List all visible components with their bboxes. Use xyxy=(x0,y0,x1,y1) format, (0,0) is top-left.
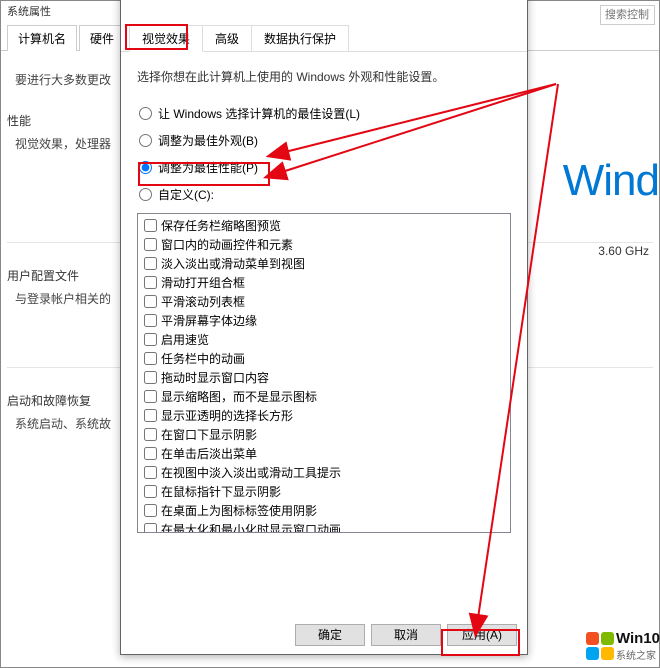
check-label: 显示亚透明的选择长方形 xyxy=(161,407,293,424)
check-option-1[interactable]: 窗口内的动画控件和元素 xyxy=(140,235,508,254)
radio-label: 调整为最佳性能(P) xyxy=(158,159,258,176)
check-label: 在视图中淡入淡出或滑动工具提示 xyxy=(161,464,341,481)
check-label: 平滑屏幕字体边缘 xyxy=(161,312,257,329)
radio-option-3[interactable]: 自定义(C): xyxy=(139,186,511,203)
radio-label: 让 Windows 选择计算机的最佳设置(L) xyxy=(158,105,360,122)
radio-label: 自定义(C): xyxy=(158,186,214,203)
performance-options-dialog: ✕ 视觉效果 高级 数据执行保护 选择你想在此计算机上使用的 Windows 外… xyxy=(120,0,528,655)
checkbox-input[interactable] xyxy=(144,333,157,346)
checkbox-input[interactable] xyxy=(144,428,157,441)
cancel-button[interactable]: 取消 xyxy=(371,624,441,646)
check-option-13[interactable]: 在视图中淡入淡出或滑动工具提示 xyxy=(140,463,508,482)
effects-checklist[interactable]: 保存任务栏缩略图预览窗口内的动画控件和元素淡入淡出或滑动菜单到视图滑动打开组合框… xyxy=(137,213,511,533)
apply-button[interactable]: 应用(A) xyxy=(447,624,517,646)
radio-group: 让 Windows 选择计算机的最佳设置(L) 调整为最佳外观(B) 调整为最佳性能… xyxy=(139,105,511,203)
check-option-10[interactable]: 显示亚透明的选择长方形 xyxy=(140,406,508,425)
checkbox-input[interactable] xyxy=(144,295,157,308)
checkbox-input[interactable] xyxy=(144,447,157,460)
check-label: 启用速览 xyxy=(161,331,209,348)
radio-input[interactable] xyxy=(139,134,152,147)
checkbox-input[interactable] xyxy=(144,485,157,498)
dialog-titlebar: ✕ xyxy=(121,0,527,1)
checkbox-input[interactable] xyxy=(144,219,157,232)
check-label: 保存任务栏缩略图预览 xyxy=(161,217,281,234)
radio-label: 调整为最佳外观(B) xyxy=(158,132,258,149)
checkbox-input[interactable] xyxy=(144,523,157,533)
watermark-title: Win10 xyxy=(616,630,660,647)
tab-hardware[interactable]: 硬件 xyxy=(79,25,125,51)
check-label: 在鼠标指针下显示阴影 xyxy=(161,483,281,500)
cpu-ghz-text: 3.60 GHz xyxy=(598,244,649,258)
check-option-9[interactable]: 显示缩略图，而不是显示图标 xyxy=(140,387,508,406)
tab-advanced[interactable]: 高级 xyxy=(202,25,252,51)
checkbox-input[interactable] xyxy=(144,276,157,289)
search-input[interactable] xyxy=(600,5,655,25)
check-option-15[interactable]: 在桌面上为图标标签使用阴影 xyxy=(140,501,508,520)
check-label: 平滑滚动列表框 xyxy=(161,293,245,310)
check-label: 在窗口下显示阴影 xyxy=(161,426,257,443)
radio-option-1[interactable]: 调整为最佳外观(B) xyxy=(139,132,511,149)
ok-button[interactable]: 确定 xyxy=(295,624,365,646)
windows-logo-icon xyxy=(586,632,614,660)
check-option-5[interactable]: 平滑屏幕字体边缘 xyxy=(140,311,508,330)
checkbox-input[interactable] xyxy=(144,238,157,251)
checkbox-input[interactable] xyxy=(144,352,157,365)
check-label: 在单击后淡出菜单 xyxy=(161,445,257,462)
checkbox-input[interactable] xyxy=(144,466,157,479)
checkbox-input[interactable] xyxy=(144,409,157,422)
dialog-description: 选择你想在此计算机上使用的 Windows 外观和性能设置。 xyxy=(137,68,511,85)
checkbox-input[interactable] xyxy=(144,504,157,517)
close-icon[interactable]: ✕ xyxy=(510,0,521,5)
check-label: 滑动打开组合框 xyxy=(161,274,245,291)
check-option-3[interactable]: 滑动打开组合框 xyxy=(140,273,508,292)
checkbox-input[interactable] xyxy=(144,390,157,403)
check-option-0[interactable]: 保存任务栏缩略图预览 xyxy=(140,216,508,235)
check-option-14[interactable]: 在鼠标指针下显示阴影 xyxy=(140,482,508,501)
dialog-button-row: 确定 取消 应用(A) xyxy=(295,624,517,646)
checkbox-input[interactable] xyxy=(144,371,157,384)
radio-option-0[interactable]: 让 Windows 选择计算机的最佳设置(L) xyxy=(139,105,511,122)
tab-computer-name[interactable]: 计算机名 xyxy=(7,25,77,51)
check-label: 显示缩略图，而不是显示图标 xyxy=(161,388,317,405)
radio-option-2[interactable]: 调整为最佳性能(P) xyxy=(139,159,511,176)
check-option-2[interactable]: 淡入淡出或滑动菜单到视图 xyxy=(140,254,508,273)
check-option-16[interactable]: 在最大化和最小化时显示窗口动画 xyxy=(140,520,508,533)
radio-input[interactable] xyxy=(139,161,152,174)
check-label: 淡入淡出或滑动菜单到视图 xyxy=(161,255,305,272)
checkbox-input[interactable] xyxy=(144,257,157,270)
radio-input[interactable] xyxy=(139,188,152,201)
check-label: 在最大化和最小化时显示窗口动画 xyxy=(161,521,341,533)
check-option-11[interactable]: 在窗口下显示阴影 xyxy=(140,425,508,444)
check-option-12[interactable]: 在单击后淡出菜单 xyxy=(140,444,508,463)
check-label: 任务栏中的动画 xyxy=(161,350,245,367)
dialog-tabstrip: 视觉效果 高级 数据执行保护 xyxy=(121,25,527,52)
check-label: 在桌面上为图标标签使用阴影 xyxy=(161,502,317,519)
dialog-content: 选择你想在此计算机上使用的 Windows 外观和性能设置。 让 Windows… xyxy=(121,52,527,533)
check-label: 拖动时显示窗口内容 xyxy=(161,369,269,386)
radio-input[interactable] xyxy=(139,107,152,120)
check-option-4[interactable]: 平滑滚动列表框 xyxy=(140,292,508,311)
check-option-6[interactable]: 启用速览 xyxy=(140,330,508,349)
check-option-7[interactable]: 任务栏中的动画 xyxy=(140,349,508,368)
windows-brand-text: Wind xyxy=(563,156,659,206)
tab-visual-effects[interactable]: 视觉效果 xyxy=(129,25,203,52)
check-option-8[interactable]: 拖动时显示窗口内容 xyxy=(140,368,508,387)
watermark-subtitle: 系统之家 xyxy=(616,647,660,662)
checkbox-input[interactable] xyxy=(144,314,157,327)
check-label: 窗口内的动画控件和元素 xyxy=(161,236,293,253)
tab-dep[interactable]: 数据执行保护 xyxy=(251,25,349,51)
watermark: Win10 系统之家 xyxy=(582,630,660,662)
